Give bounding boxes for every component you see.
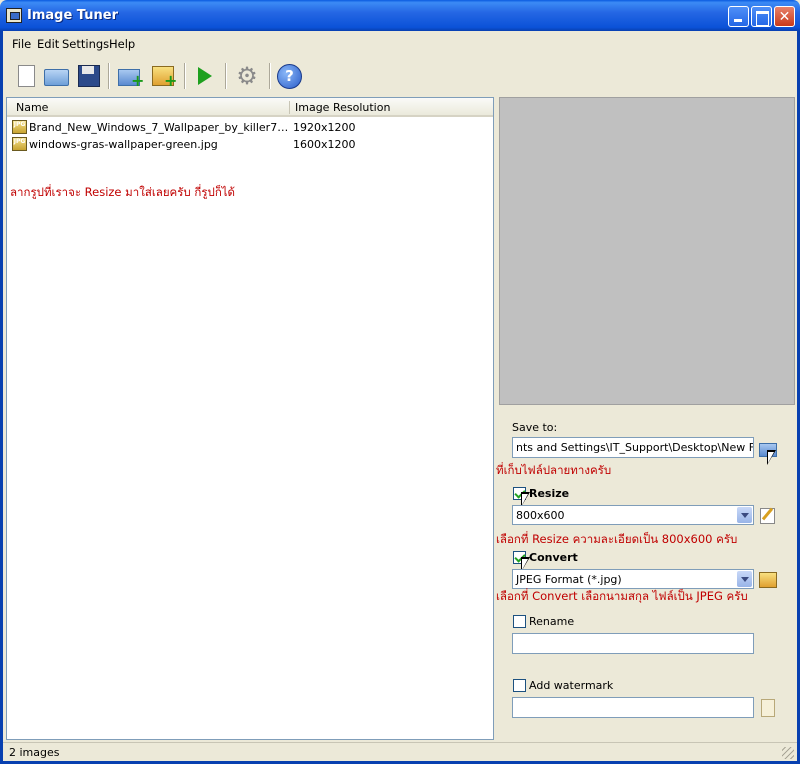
image-preview (499, 97, 795, 405)
save-to-label: Save to: (512, 421, 558, 434)
watermark-settings-icon[interactable] (758, 698, 776, 717)
chevron-down-icon[interactable] (737, 571, 752, 587)
menu-file[interactable]: File (12, 37, 31, 51)
file-list[interactable]: Name Image Resolution JPG Brand_New_Wind… (6, 97, 494, 740)
toolbar-separator (225, 63, 227, 89)
menu-help[interactable]: Help (109, 37, 135, 51)
column-divider[interactable] (289, 101, 290, 114)
add-image-icon[interactable] (150, 63, 177, 90)
status-text: 2 images (9, 746, 60, 759)
convert-annotation: เลือกที่ Convert เลือกนามสกุล ไฟล์เป็น J… (496, 589, 748, 603)
open-icon[interactable] (43, 63, 69, 89)
jpg-file-icon: JPG (12, 137, 27, 151)
save-icon[interactable] (75, 63, 101, 89)
column-header-name[interactable]: Name (16, 101, 48, 114)
file-resolution: 1600x1200 (293, 138, 356, 151)
list-item[interactable]: JPG windows-gras-wallpaper-green.jpg 160… (10, 136, 490, 153)
list-item[interactable]: JPG Brand_New_Windows_7_Wallpaper_by_kil… (10, 119, 490, 136)
maximize-button[interactable] (751, 6, 772, 27)
minimize-button[interactable] (728, 6, 749, 27)
convert-format-select[interactable]: JPEG Format (*.jpg) (512, 569, 754, 589)
column-header-resolution[interactable]: Image Resolution (295, 101, 390, 114)
chevron-down-icon[interactable] (737, 507, 752, 523)
status-bar: 2 images (3, 742, 797, 761)
app-icon (6, 8, 22, 23)
rename-field[interactable] (512, 633, 754, 654)
title-bar[interactable]: Image Tuner ✕ (0, 0, 800, 31)
close-button[interactable]: ✕ (774, 6, 795, 27)
list-header: Name Image Resolution (7, 98, 493, 117)
resize-grip-icon[interactable] (782, 747, 794, 759)
file-name: windows-gras-wallpaper-green.jpg (29, 138, 218, 151)
rename-checkbox[interactable] (513, 615, 526, 628)
toolbar-separator (108, 63, 110, 89)
rename-label[interactable]: Rename (529, 615, 574, 628)
save-to-annotation: ที่เก็บไฟล์ปลายทางครับ (496, 463, 612, 477)
format-options-icon[interactable] (758, 570, 777, 588)
settings-gear-icon[interactable]: ⚙ (234, 63, 260, 89)
toolbar-separator (184, 63, 186, 89)
window-frame-left (0, 31, 3, 764)
resize-select[interactable]: 800x600 (512, 505, 754, 525)
toolbar-separator (269, 63, 271, 89)
convert-selected-value: JPEG Format (*.jpg) (516, 573, 622, 586)
edit-size-icon[interactable] (758, 506, 776, 524)
file-name: Brand_New_Windows_7_Wallpaper_by_killer7… (29, 121, 291, 134)
drag-annotation: ลากรูปที่เราจะ Resize มาใส่เลยครับ กี่รู… (10, 185, 236, 199)
help-icon[interactable] (276, 63, 302, 89)
menu-edit[interactable]: Edit (37, 37, 59, 51)
run-icon[interactable] (192, 63, 218, 89)
watermark-checkbox[interactable] (513, 679, 526, 692)
toolbar: ⚙ (3, 57, 797, 95)
save-to-field[interactable]: nts and Settings\IT_Support\Desktop\New … (512, 437, 754, 458)
resize-label[interactable]: Resize (529, 487, 569, 500)
settings-panel: Save to: nts and Settings\IT_Support\Des… (496, 408, 795, 740)
add-folder-icon[interactable] (117, 63, 144, 90)
menu-settings[interactable]: Settings (62, 37, 109, 51)
window-title: Image Tuner (27, 8, 118, 23)
new-icon[interactable] (13, 63, 39, 89)
convert-label[interactable]: Convert (529, 551, 578, 564)
file-resolution: 1920x1200 (293, 121, 356, 134)
menu-bar: File Edit Settings Help (3, 31, 797, 56)
resize-annotation: เลือกที่ Resize ความละเอียดเป็น 800x600 … (496, 532, 738, 546)
jpg-file-icon: JPG (12, 120, 27, 134)
watermark-label[interactable]: Add watermark (529, 679, 613, 692)
watermark-field[interactable] (512, 697, 754, 718)
close-icon: ✕ (778, 9, 791, 25)
resize-selected-value: 800x600 (516, 509, 565, 522)
